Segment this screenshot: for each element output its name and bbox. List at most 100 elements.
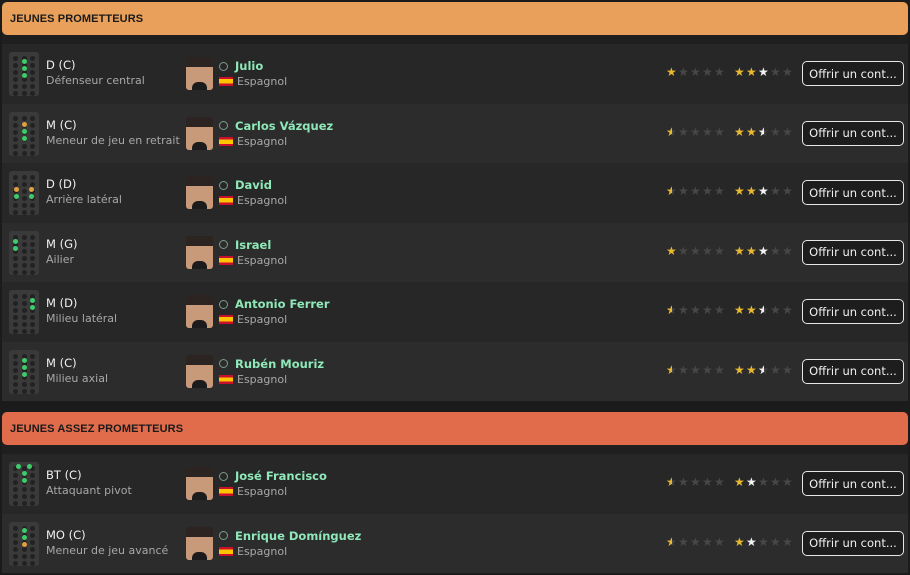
- star-icon: ★: [734, 124, 745, 139]
- star-icon: ★: [690, 65, 701, 79]
- star-icon: ★: [678, 243, 689, 258]
- star-icon: ★: [678, 124, 689, 139]
- position-description: Attaquant pivot: [46, 484, 132, 497]
- star-icon: ★: [702, 184, 713, 198]
- player-info: Israel Espagnol: [219, 237, 287, 268]
- star-icon: ★: [746, 124, 757, 139]
- offer-contract-button[interactable]: Offrir un cont...: [802, 471, 904, 496]
- current-ability-stars: ★ ★ ★ ★ ★: [666, 534, 725, 549]
- position-description: Défenseur central: [46, 74, 145, 87]
- position-role: M (C): [46, 117, 77, 132]
- player-row[interactable]: BT (C) Attaquant pivot José Francisco Es…: [2, 454, 908, 514]
- section-jeunes-prometteurs: JEUNES PROMETTEURS D (C) Défenseur centr…: [2, 2, 908, 401]
- potential-ability-stars: ★ ★ ★ ★ ★: [734, 303, 793, 317]
- player-row[interactable]: M (G) Ailier Israel Espagnol ★ ★ ★ ★ ★ ★ ★ ★ ★ ★…: [2, 222, 908, 282]
- position-info: M (C) Milieu axial: [46, 356, 108, 386]
- star-icon: ★: [702, 243, 713, 258]
- player-name[interactable]: Israel: [235, 237, 271, 253]
- player-name[interactable]: David: [235, 177, 272, 193]
- player-info: José Francisco Espagnol: [219, 468, 327, 499]
- player-avatar: [186, 295, 213, 328]
- player-name[interactable]: Antonio Ferrer: [235, 296, 330, 312]
- player-nationality: Espagnol: [237, 372, 288, 386]
- spain-flag-icon: [219, 546, 233, 556]
- player-avatar: [186, 526, 213, 560]
- position-info: D (C) Défenseur central: [46, 58, 145, 88]
- player-name[interactable]: Rubén Mouriz: [235, 356, 324, 372]
- player-status-icon: [219, 180, 228, 190]
- position-description: Meneur de jeu en retrait: [46, 133, 180, 147]
- potential-ability-stars: ★ ★ ★ ★ ★: [734, 534, 793, 549]
- star-icon: ★: [770, 362, 781, 377]
- position-info: MO (C) Meneur de jeu avancé: [46, 528, 168, 558]
- player-row[interactable]: M (C) Milieu axial Rubén Mouriz Espagnol…: [2, 341, 908, 401]
- spain-flag-icon: [219, 374, 233, 384]
- star-icon: ★: [770, 243, 781, 258]
- offer-contract-button[interactable]: Offrir un cont...: [802, 239, 904, 265]
- player-status-icon: [219, 240, 228, 249]
- star-icon: ★: [678, 362, 689, 377]
- star-icon: ★: [690, 475, 701, 489]
- section-header: JEUNES PROMETTEURS: [2, 2, 908, 35]
- star-icon: ★: [666, 185, 677, 197]
- star-icon: ★: [782, 475, 793, 489]
- star-icon: ★: [734, 184, 745, 198]
- player-avatar: [186, 467, 213, 500]
- player-row[interactable]: M (C) Meneur de jeu en retrait Carlos Vá…: [2, 103, 908, 163]
- player-nationality: Espagnol: [237, 134, 288, 148]
- current-ability-stars: ★ ★ ★ ★ ★: [666, 362, 725, 377]
- star-icon: ★: [690, 534, 701, 549]
- player-nationality: Espagnol: [237, 75, 288, 88]
- offer-contract-button[interactable]: Offrir un cont...: [802, 61, 904, 86]
- star-icon: ★: [746, 303, 757, 317]
- star-icon: ★: [690, 243, 701, 258]
- position-role: M (G): [46, 236, 78, 251]
- player-name[interactable]: Julio: [235, 58, 263, 74]
- player-row[interactable]: D (C) Défenseur central Julio Espagnol ★…: [2, 44, 908, 104]
- current-ability-stars: ★ ★ ★ ★ ★: [666, 124, 725, 139]
- player-name[interactable]: Enrique Domínguez: [235, 528, 361, 544]
- offer-contract-button[interactable]: Offrir un cont...: [802, 299, 904, 324]
- player-row[interactable]: MO (C) Meneur de jeu avancé Enrique Domí…: [2, 513, 908, 573]
- position-info: M (C) Meneur de jeu en retrait: [46, 118, 180, 148]
- star-icon: ★: [678, 303, 689, 317]
- star-icon: ★: [770, 303, 781, 317]
- star-icon: ★: [666, 243, 677, 258]
- star-icon: ★: [770, 184, 781, 198]
- star-icon: ★: [746, 475, 757, 489]
- star-icon: ★: [758, 304, 769, 316]
- offer-contract-button[interactable]: Offrir un cont...: [802, 180, 904, 205]
- spain-flag-icon: [219, 196, 233, 205]
- offer-contract-button[interactable]: Offrir un cont...: [802, 120, 904, 146]
- player-status-icon: [219, 299, 228, 309]
- star-icon: ★: [782, 362, 793, 377]
- star-icon: ★: [678, 534, 689, 549]
- spain-flag-icon: [219, 136, 233, 146]
- star-icon: ★: [734, 243, 745, 258]
- player-status-icon: [219, 121, 228, 130]
- offer-contract-button[interactable]: Offrir un cont...: [802, 530, 904, 556]
- offer-contract-button[interactable]: Offrir un cont...: [802, 358, 904, 384]
- potential-ability-stars: ★ ★ ★ ★ ★: [734, 362, 793, 377]
- star-icon: ★: [702, 124, 713, 139]
- star-icon: ★: [758, 534, 769, 549]
- star-icon: ★: [782, 534, 793, 549]
- player-nationality: Espagnol: [237, 485, 288, 498]
- star-icon: ★: [746, 534, 757, 549]
- spain-flag-icon: [219, 77, 233, 86]
- player-row[interactable]: D (D) Arrière latéral David Espagnol ★ ★ ★…: [2, 163, 908, 223]
- star-icon: ★: [714, 362, 725, 377]
- player-nationality: Espagnol: [237, 194, 288, 207]
- player-name[interactable]: Carlos Vázquez: [235, 118, 333, 134]
- current-ability-stars: ★ ★ ★ ★ ★: [666, 243, 725, 258]
- potential-ability-stars: ★ ★ ★ ★ ★: [734, 184, 793, 198]
- current-ability-stars: ★ ★ ★ ★ ★: [666, 303, 725, 317]
- position-role: BT (C): [46, 468, 82, 482]
- player-name[interactable]: José Francisco: [235, 468, 327, 484]
- star-icon: ★: [758, 65, 769, 79]
- player-row[interactable]: M (D) Milieu latéral Antonio Ferrer Espa…: [2, 282, 908, 342]
- position-role: M (D): [46, 296, 78, 310]
- position-pitch-icon: [9, 171, 39, 215]
- star-icon: ★: [666, 126, 677, 138]
- star-icon: ★: [714, 243, 725, 258]
